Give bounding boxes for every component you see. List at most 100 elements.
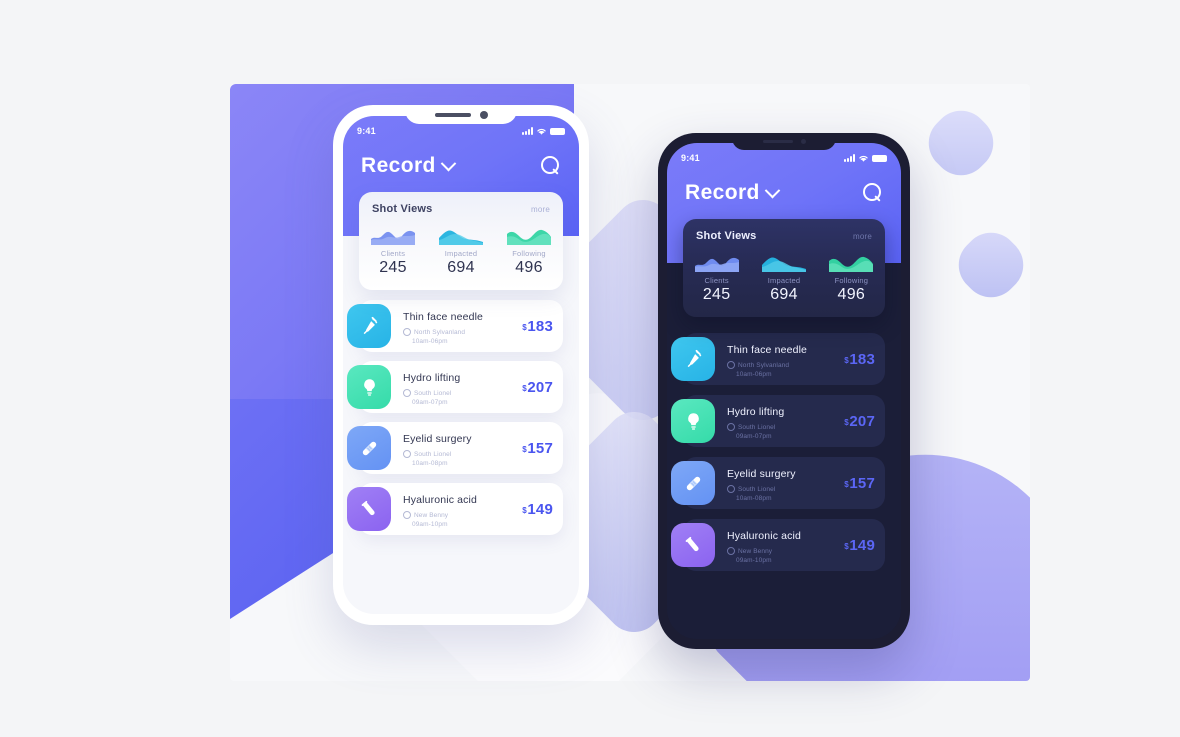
stat-value: 496 [837,286,866,303]
chevron-down-icon[interactable] [764,182,781,198]
list-item[interactable]: Thin face needle North Sylvanland 10am-0… [347,300,563,352]
front-camera [479,110,488,119]
record-location-row: South Lionel [727,423,844,431]
front-camera [800,139,806,144]
record-price-value: 149 [849,536,875,554]
location-pin-icon [403,511,411,519]
record-name: Hydro lifting [727,406,785,418]
record-location-row: North Sylvanland [403,328,522,336]
stats-card-title: Shot Views [372,203,433,215]
record-time: 10am-08pm [412,460,448,467]
location-pin-icon [727,485,735,493]
phone-mockup-light: 9:41 Record Shot Views more Clients 245 … [333,105,589,625]
location-pin-icon [403,389,411,397]
record-name: Hyaluronic acid [727,530,802,542]
record-price-value: 183 [527,317,553,335]
list-item[interactable]: Hydro lifting South Lionel 09am-07pm $20… [671,395,885,447]
sparkline-impacted [439,230,483,245]
stats-more-link[interactable]: more [531,205,550,214]
status-bar-indicators [844,154,887,163]
record-location: South Lionel [414,389,452,397]
page-title-dark: Record [685,181,781,205]
list-item[interactable]: Hydro lifting South Lionel 09am-07pm $20… [347,361,563,413]
stat-value: 245 [379,259,407,276]
record-location: South Lionel [738,423,776,431]
record-name: Thin face needle [403,311,484,323]
status-bar-indicators [522,127,565,136]
record-price: $183 [522,318,553,335]
stat-value: 245 [702,286,731,303]
stat-impacted: Impacted 694 [427,228,495,277]
phone-notch-dark [732,133,836,150]
sparkline-clients [371,230,415,245]
record-location-row: New Benny [727,547,844,555]
record-location: North Sylvanland [738,361,790,369]
earpiece-speaker [762,140,793,143]
record-location-row: New Benny [403,511,522,519]
location-pin-icon [403,450,411,458]
record-time: 10am-06pm [736,371,772,378]
record-location: South Lionel [738,485,776,493]
screen-light: 9:41 Record Shot Views more Clients 245 … [343,116,579,614]
chevron-down-icon[interactable] [440,155,457,171]
record-icon-tile [671,399,715,443]
record-price: $183 [844,351,875,368]
syringe-icon [363,316,377,334]
record-price: $149 [522,501,553,518]
list-item[interactable]: Eyelid surgery South Lionel 10am-08pm $1… [347,422,563,474]
record-icon-tile [671,461,715,505]
screen-dark: 9:41 Record Shot Views more Clients 245 … [667,143,901,639]
record-location: North Sylvanland [414,328,466,336]
stat-label: Clients [704,276,729,285]
record-name: Hydro lifting [403,372,461,384]
lightbulb-icon [687,412,699,430]
record-price: $149 [844,537,875,554]
list-item[interactable]: Eyelid surgery South Lionel 10am-08pm $1… [671,457,885,509]
stat-label: Impacted [767,276,801,285]
wifi-icon [859,155,868,162]
record-list-dark: Thin face needle North Sylvanland 10am-0… [667,317,901,571]
status-bar-time: 9:41 [681,153,700,163]
sparkline-following [829,256,874,272]
stat-following: Following 496 [818,255,885,304]
record-price-value: 207 [527,378,553,396]
search-icon[interactable] [541,156,561,176]
bandage-icon [362,441,376,455]
stats-row: Clients 245 Impacted 694 Following 496 [359,228,563,277]
list-item[interactable]: Hyaluronic acid New Benny 09am-10pm $149 [671,519,885,571]
list-item[interactable]: Hyaluronic acid New Benny 09am-10pm $149 [347,483,563,535]
stat-clients: Clients 245 [683,255,750,304]
record-text: Hyaluronic acid New Benny 09am-10pm [403,490,522,528]
search-icon[interactable] [863,183,883,203]
phone-notch-light [405,105,517,124]
stat-following: Following 496 [495,228,563,277]
record-icon-tile [671,523,715,567]
record-location: New Benny [414,511,449,519]
record-name: Eyelid surgery [403,433,472,445]
record-icon-tile [347,304,391,348]
record-icon-tile [671,337,715,381]
record-location-row: South Lionel [403,389,522,397]
stats-more-link[interactable]: more [853,232,872,241]
record-text: Thin face needle North Sylvanland 10am-0… [727,340,844,378]
syringe-icon [687,349,701,367]
stat-label: Clients [380,249,406,258]
record-price-value: 207 [849,412,875,430]
page-title-light: Record [361,154,457,178]
list-item[interactable]: Thin face needle North Sylvanland 10am-0… [671,333,885,385]
earpiece-speaker [434,112,471,117]
stats-row: Clients 245 Impacted 694 Following 496 [683,255,885,304]
stat-clients: Clients 245 [359,228,427,277]
title-row-dark: Record [667,169,901,205]
record-name: Hyaluronic acid [403,494,478,506]
stat-value: 694 [770,286,798,303]
record-location-row: North Sylvanland [727,361,844,369]
record-price: $207 [844,413,875,430]
stat-value: 694 [447,259,475,276]
record-price-value: 149 [527,500,553,518]
stats-card-light: Shot Views more Clients 245 Impacted 694… [359,192,563,290]
stat-label: Following [834,276,869,285]
wifi-icon [537,128,546,135]
record-icon-tile [347,365,391,409]
record-name: Eyelid surgery [727,468,796,480]
